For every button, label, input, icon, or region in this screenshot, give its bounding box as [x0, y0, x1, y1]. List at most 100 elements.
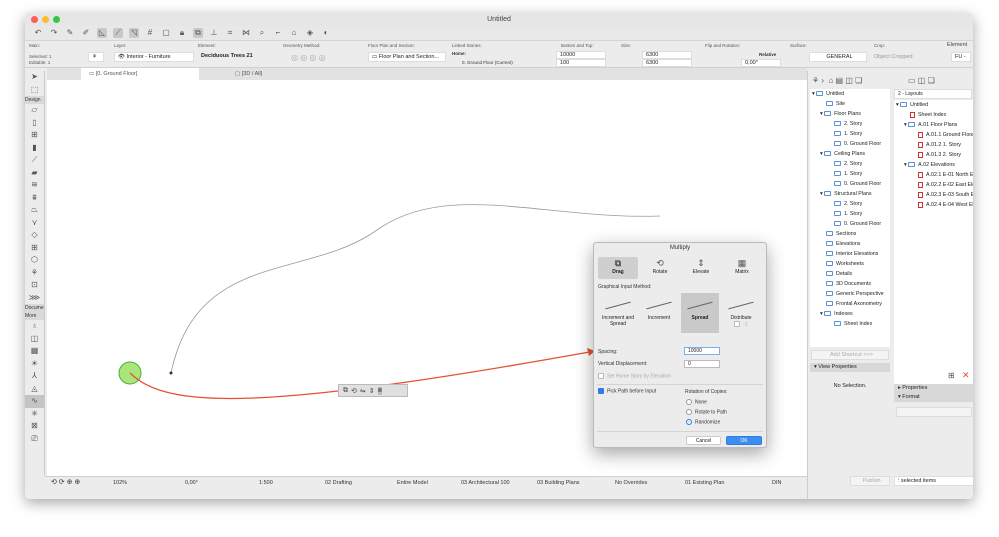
tree-item[interactable]: A.01.2 1. Story: [894, 140, 973, 150]
relative-toggle[interactable]: Relative: [759, 52, 776, 57]
tree-item[interactable]: 2. Story: [810, 119, 890, 129]
close-window-button[interactable]: [31, 16, 38, 23]
tree-item[interactable]: A.01.3 2. Story: [894, 150, 973, 160]
tree-item[interactable]: Frontal Axonometry: [810, 299, 890, 309]
tree-item[interactable]: Sections: [810, 229, 890, 239]
design-section-header[interactable]: Design: [25, 96, 44, 104]
figure-tool-icon[interactable]: ⊠: [25, 420, 44, 433]
format-header[interactable]: ▾ Format: [894, 393, 973, 402]
method-spread[interactable]: Spread: [681, 293, 719, 333]
method-increment-spread[interactable]: Increment and Spread: [599, 293, 637, 333]
scale-select[interactable]: 1:500: [259, 480, 273, 486]
tree-item[interactable]: 3D Documents: [810, 279, 890, 289]
lamp-tool-icon[interactable]: ♁: [25, 320, 44, 333]
tab-3d[interactable]: ▢ [3D / All]: [227, 68, 327, 80]
rotation-none-radio[interactable]: None: [686, 399, 707, 405]
tree-item[interactable]: 1. Story: [810, 169, 890, 179]
magic-wand-icon[interactable]: ⌕: [257, 28, 267, 38]
delete-icon[interactable]: ✕: [962, 370, 970, 381]
trace-icon[interactable]: ⧉: [193, 28, 203, 38]
layer-combination-select[interactable]: 02 Drafting: [325, 480, 352, 486]
renovation-filter-select[interactable]: 01 Existing Plan: [685, 480, 724, 486]
organizer-toolbar-icons[interactable]: ▭ ◫ ❏: [908, 76, 935, 85]
tab-elevate[interactable]: ⇕ Elevate: [681, 257, 721, 279]
rotation-randomize-radio[interactable]: Randomize: [686, 419, 720, 425]
roof-icon[interactable]: ⌂: [289, 28, 299, 38]
add-shortcut-button[interactable]: Add Shortcut >>>: [811, 350, 889, 360]
size-y-input[interactable]: 6300: [642, 59, 692, 67]
tree-item[interactable]: Sheet Index: [810, 319, 890, 329]
tree-item[interactable]: Elevations: [810, 239, 890, 249]
tree-item[interactable]: A.02.3 E-03 South El: [894, 190, 973, 200]
ok-button[interactable]: OK: [726, 436, 762, 445]
floorplan-select[interactable]: ▭ Floor Plan and Section...: [368, 52, 446, 62]
document-section-header[interactable]: Docume: [25, 304, 44, 312]
undo-icon[interactable]: ↶: [33, 28, 43, 38]
fillet-icon[interactable]: ⌐: [273, 28, 283, 38]
tree-item[interactable]: ▾ A.01 Floor Plans: [894, 120, 973, 130]
mesh-tool-icon[interactable]: ◇: [25, 229, 44, 242]
tree-item[interactable]: Generic Perspective: [810, 289, 890, 299]
tree-item[interactable]: Sheet Index: [894, 110, 973, 120]
stair-tool-icon[interactable]: ≋: [25, 179, 44, 192]
tab-rotate[interactable]: ⟲ Rotate: [640, 257, 680, 279]
pet-mirror-icon[interactable]: ⇋: [360, 387, 366, 395]
navigator-toolbar-icons[interactable]: ⚘ › ⌂ ▤ ◫ ❏: [812, 76, 862, 85]
intersect-icon[interactable]: ⋈: [241, 28, 251, 38]
tree-item[interactable]: Interior Elevations: [810, 249, 890, 259]
marquee-tool-icon[interactable]: ⬚: [25, 84, 44, 97]
pet-drag-icon[interactable]: ⧉: [343, 387, 348, 395]
publish-select[interactable]: ⫶ selected items: [894, 476, 973, 486]
camera-tool-icon[interactable]: ⎚: [25, 433, 44, 446]
skylight-tool-icon[interactable]: ◫: [25, 333, 44, 346]
more-section-header[interactable]: More: [25, 312, 44, 320]
surface-select[interactable]: GENERAL: [809, 52, 867, 62]
tree-item[interactable]: ▾ Indexes: [810, 309, 890, 319]
element-id-input[interactable]: FU -: [951, 52, 971, 62]
zoom-window-button[interactable]: [53, 16, 60, 23]
rotation-angle-input[interactable]: 0,00°: [741, 59, 781, 67]
distribute-minus-checkbox[interactable]: [734, 321, 741, 327]
pen-set-select[interactable]: 03 Architectural 100: [461, 480, 510, 486]
door-tool-icon[interactable]: ▯: [25, 117, 44, 130]
align-icon[interactable]: ⊥: [209, 28, 219, 38]
beam-tool-icon[interactable]: ⟋: [25, 154, 44, 167]
mvo-select[interactable]: 03 Building Plans: [537, 480, 580, 486]
tree-item[interactable]: 2. Story: [810, 159, 890, 169]
corner-window-tool-icon[interactable]: ◬: [25, 383, 44, 396]
snap-points-icon[interactable]: ◹: [129, 28, 139, 38]
tab-matrix[interactable]: ▦ Matrix: [722, 257, 762, 279]
render-icon[interactable]: ◐: [321, 28, 331, 38]
roof-tool-icon[interactable]: ⏢: [25, 204, 44, 217]
distribute-icon[interactable]: ⌗: [225, 28, 235, 38]
pet-elevate-icon[interactable]: ⇕: [369, 387, 375, 395]
bottom-offset-input[interactable]: 100: [556, 59, 606, 67]
grid-icon[interactable]: #: [145, 28, 155, 38]
syringe-icon[interactable]: ✐: [81, 28, 91, 38]
tree-item[interactable]: ▾ A.02 Elevations: [894, 160, 973, 170]
method-increment[interactable]: Increment: [640, 293, 678, 333]
zoom-level[interactable]: 102%: [113, 480, 127, 486]
tab-ground-floor[interactable]: ▭ [0. Ground Floor]: [81, 68, 199, 80]
object-tool-icon[interactable]: ⚘: [25, 267, 44, 280]
element-name[interactable]: Deciduous Trees 21: [198, 52, 278, 62]
pet-rotate-icon[interactable]: ⟲: [351, 387, 357, 395]
tree-item[interactable]: Worksheets: [810, 259, 890, 269]
tree-item[interactable]: ▾ Floor Plans: [810, 109, 890, 119]
spline-path[interactable]: [170, 204, 661, 374]
dimension-standard-select[interactable]: DIN: [772, 480, 781, 486]
view-properties-header[interactable]: ▾ View Properties: [810, 363, 890, 372]
railing-tool-icon[interactable]: ⩩: [25, 192, 44, 205]
tree-item[interactable]: 1. Story: [810, 209, 890, 219]
snap-guides-icon[interactable]: ⟋: [113, 28, 123, 38]
tree-item[interactable]: 0. Ground Floor: [810, 139, 890, 149]
crop-value[interactable]: Object Cropped: [874, 54, 913, 60]
tree-item[interactable]: Site: [810, 99, 890, 109]
3d-view-icon[interactable]: ◈: [305, 28, 315, 38]
morph-tool-icon[interactable]: ⬡: [25, 254, 44, 267]
tree-item[interactable]: 0. Ground Floor: [810, 219, 890, 229]
redo-icon[interactable]: ↷: [49, 28, 59, 38]
tree-item[interactable]: A.02.2 E-02 East Elev: [894, 180, 973, 190]
layer-select[interactable]: 👁︎ Interior - Furniture: [114, 52, 194, 62]
lock-icon[interactable]: 🔒︎: [177, 28, 187, 38]
